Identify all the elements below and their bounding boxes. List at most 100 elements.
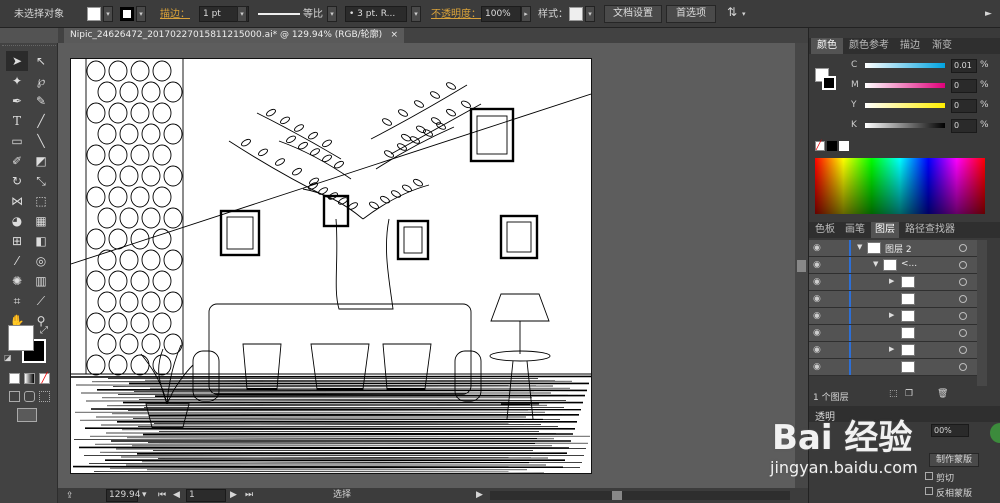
yellow-value[interactable]: 0 [951, 99, 977, 113]
zoom-field[interactable]: 129.94 [106, 489, 141, 502]
tab-color[interactable]: 颜色 [811, 38, 843, 54]
panel-menu-arrow[interactable]: ► [985, 7, 992, 22]
tab-color-guide[interactable]: 颜色参考 [845, 38, 893, 54]
type-tool-icon[interactable]: T [6, 111, 28, 131]
new-sublayer-icon[interactable]: ⬚ [889, 389, 898, 399]
visibility-eye-icon[interactable]: ◉ [813, 243, 823, 253]
tab-gradient[interactable]: 渐变 [927, 38, 957, 54]
fill-color-front[interactable] [8, 325, 34, 351]
sublayer-item-row[interactable]: ◉ [809, 359, 977, 376]
none-mode-icon[interactable]: ╱ [39, 373, 50, 384]
artboard-tool-icon[interactable]: ⌗ [6, 291, 28, 311]
symbol-sprayer-tool-icon[interactable]: ✺ [6, 271, 28, 291]
tab-brushes[interactable]: 画笔 [841, 222, 869, 238]
visibility-eye-icon[interactable]: ◉ [813, 345, 823, 355]
tab-stroke[interactable]: 描边 [895, 38, 925, 54]
line-tool-icon[interactable]: ╱ [30, 111, 52, 131]
mesh-tool-icon[interactable]: ⊞ [6, 231, 28, 251]
curvature-tool-icon[interactable]: ✎ [30, 91, 52, 111]
zoom-dropdown-icon[interactable]: ▾ [142, 488, 147, 503]
expand-triangle-icon[interactable]: ▶ [889, 311, 894, 319]
expand-triangle-icon[interactable]: ▼ [873, 260, 878, 268]
none-swatch[interactable]: ╱ [815, 141, 825, 151]
tab-swatches[interactable]: 色板 [811, 222, 839, 238]
sublayer-row[interactable]: ◉ ▼ <... [809, 257, 977, 274]
stroke-label[interactable]: 描边： [160, 7, 190, 22]
white-swatch[interactable] [839, 141, 849, 151]
direct-selection-tool-icon[interactable]: ↖ [30, 51, 52, 71]
layer-target-icon[interactable] [959, 329, 967, 337]
visibility-eye-icon[interactable]: ◉ [813, 328, 823, 338]
draw-behind-icon[interactable] [24, 391, 35, 402]
profile-label[interactable]: 等比 [303, 7, 323, 22]
visibility-eye-icon[interactable]: ◉ [813, 362, 823, 372]
stroke-swatch[interactable] [120, 7, 134, 21]
expand-triangle-icon[interactable]: ▶ [889, 277, 894, 285]
eraser-tool-icon[interactable]: ◩ [30, 151, 52, 171]
arrange-dropdown[interactable]: ▾ [742, 7, 746, 22]
sublayer-item-row[interactable]: ◉ [809, 325, 977, 342]
free-transform-tool-icon[interactable]: ⬚ [30, 191, 52, 211]
sublayer-item-row[interactable]: ◉ ▶ [809, 274, 977, 291]
paintbrush-tool-icon[interactable]: ╲ [30, 131, 52, 151]
last-page-icon[interactable]: ⏭ [245, 488, 253, 503]
color-mode-icon[interactable] [9, 373, 20, 384]
yellow-slider[interactable] [865, 103, 945, 108]
horizontal-scrollbar[interactable] [490, 491, 790, 500]
screen-mode-icon[interactable] [17, 408, 37, 422]
rectangle-tool-icon[interactable]: ▭ [6, 131, 28, 151]
new-layer-icon[interactable]: ❐ [905, 389, 913, 399]
arrange-icon[interactable]: ⇅ [727, 5, 737, 20]
sublayer-item-row[interactable]: ◉ ▶ [809, 308, 977, 325]
magic-wand-tool-icon[interactable]: ✦ [6, 71, 28, 91]
gradient-tool-icon[interactable]: ◧ [30, 231, 52, 251]
slice-tool-icon[interactable]: ⟋ [30, 291, 52, 311]
first-page-icon[interactable]: ⏮ [158, 488, 166, 503]
pencil-tool-icon[interactable]: ✐ [6, 151, 28, 171]
tools-grip[interactable] [2, 45, 56, 50]
black-slider[interactable] [865, 123, 945, 128]
vertical-scroll-thumb[interactable] [797, 260, 806, 272]
preferences-button[interactable]: 首选项 [666, 5, 716, 23]
layer-target-icon[interactable] [959, 244, 967, 252]
selection-tool-icon[interactable]: ➤ [6, 51, 28, 71]
pen-tool-icon[interactable]: ✒ [6, 91, 28, 111]
gradient-mode-icon[interactable] [24, 373, 35, 384]
visibility-eye-icon[interactable]: ◉ [813, 294, 823, 304]
column-graph-tool-icon[interactable]: ▥ [30, 271, 52, 291]
canvas-area[interactable] [58, 43, 795, 488]
transparency-opacity[interactable]: 00% [931, 424, 969, 437]
fill-dropdown[interactable]: ▾ [103, 6, 113, 22]
layer-target-icon[interactable] [959, 312, 967, 320]
color-spectrum[interactable] [815, 158, 985, 214]
status-menu-icon[interactable]: ▶ [476, 488, 483, 503]
layers-scrollbar[interactable] [977, 240, 987, 386]
perspective-grid-tool-icon[interactable]: ▦ [30, 211, 52, 231]
cyan-slider[interactable] [865, 63, 945, 68]
sublayer-name[interactable]: <... [901, 259, 917, 269]
black-value[interactable]: 0 [951, 119, 977, 133]
width-tool-icon[interactable]: ⋈ [6, 191, 28, 211]
document-setup-button[interactable]: 文档设置 [604, 5, 662, 23]
delete-layer-icon[interactable]: 🗑 [937, 389, 948, 399]
make-mask-button[interactable]: 制作蒙版 [929, 453, 979, 467]
layer-target-icon[interactable] [959, 278, 967, 286]
invert-mask-checkbox[interactable] [925, 487, 933, 495]
horizontal-scroll-thumb[interactable] [612, 491, 622, 500]
sublayer-item-row[interactable]: ◉ [809, 291, 977, 308]
profile-dropdown[interactable]: ▾ [327, 6, 337, 22]
scale-tool-icon[interactable]: ⤡ [30, 171, 52, 191]
lasso-tool-icon[interactable]: ℘ [30, 71, 52, 91]
prev-page-icon[interactable]: ◀ [173, 488, 180, 503]
brush-field[interactable]: • 3 pt. R... [345, 6, 407, 22]
draw-normal-icon[interactable] [9, 391, 20, 402]
opacity-label[interactable]: 不透明度： [431, 7, 481, 22]
shape-builder-tool-icon[interactable]: ◕ [6, 211, 28, 231]
document-tab[interactable]: Nipic_24626472_20170227015811215000.ai* … [64, 28, 404, 43]
visibility-eye-icon[interactable]: ◉ [813, 260, 823, 270]
close-tab-button[interactable]: × [390, 28, 398, 43]
style-swatch[interactable] [569, 7, 583, 21]
tab-layers[interactable]: 图层 [871, 222, 899, 238]
layer-target-icon[interactable] [959, 295, 967, 303]
layer-name[interactable]: 图层 2 [885, 242, 912, 255]
